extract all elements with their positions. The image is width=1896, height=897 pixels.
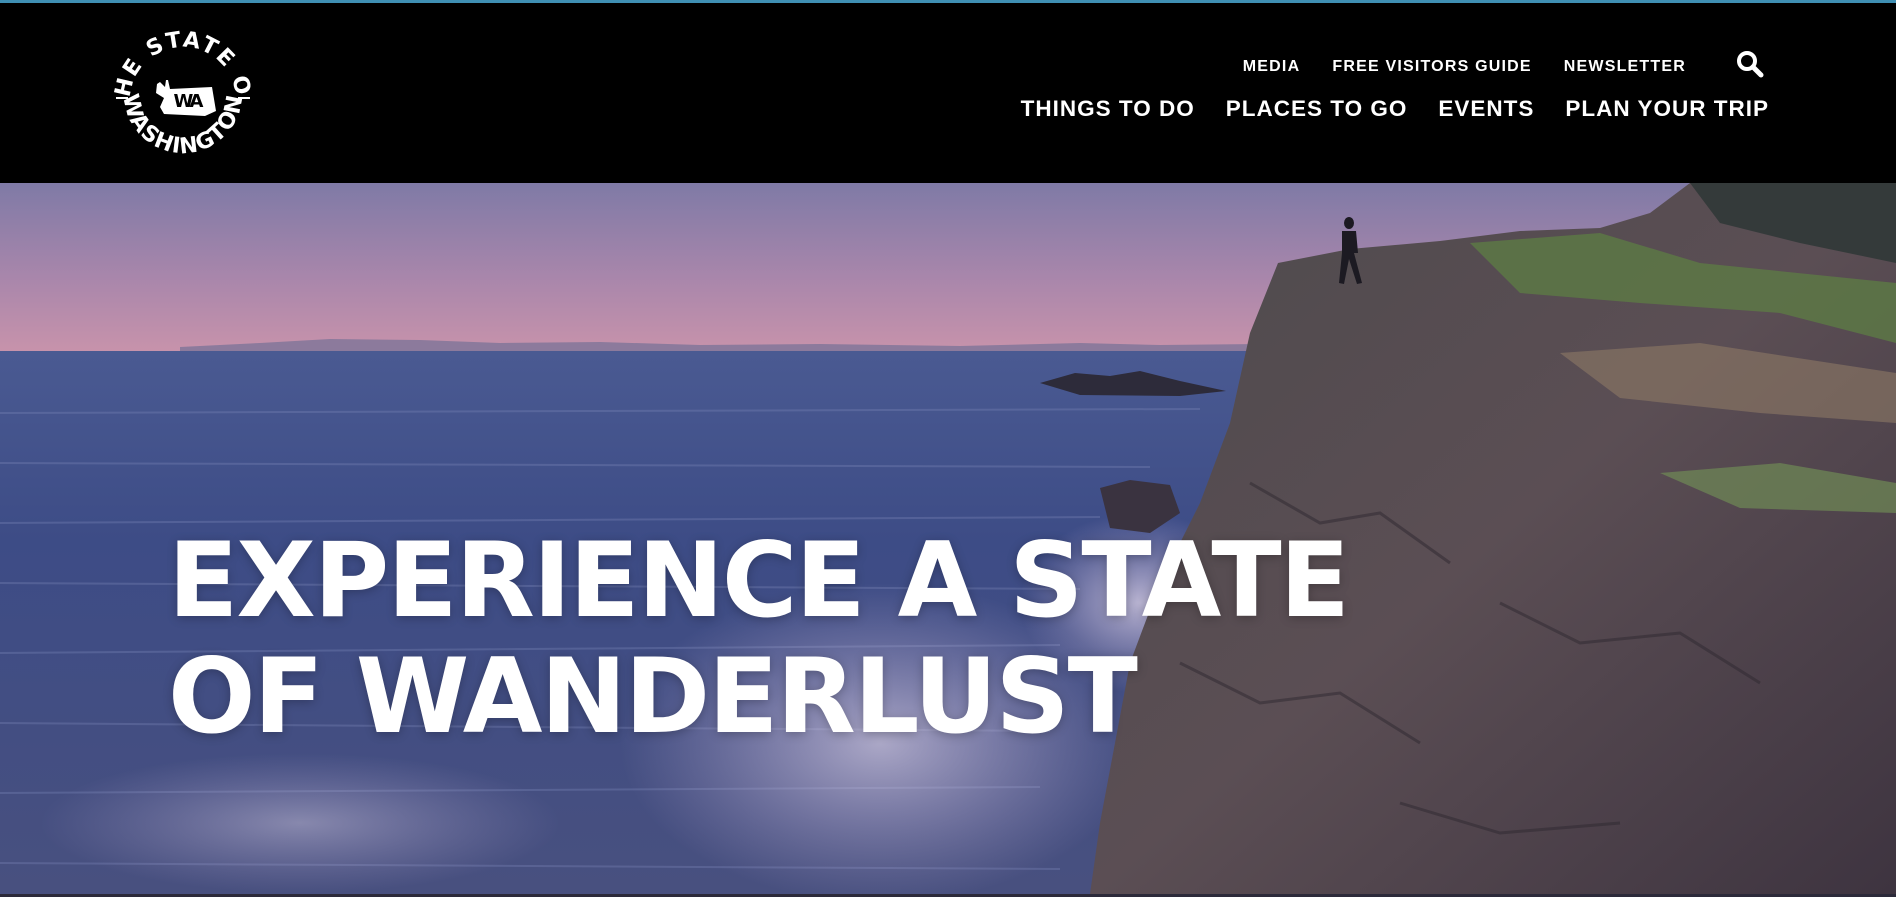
site-header: THE STATE OF WASHINGTON WA MEDIA FREE VI… — [0, 0, 1896, 183]
utility-link-newsletter[interactable]: NEWSLETTER — [1564, 58, 1686, 76]
logo-seal-icon: THE STATE OF WASHINGTON WA — [99, 0, 255, 160]
hero-headline: EXPERIENCE A STATE OF WANDERLUST — [168, 523, 1388, 755]
nav-things-to-do[interactable]: THINGS TO DO — [1021, 96, 1195, 122]
svg-text:THE STATE OF: THE STATE OF — [108, 18, 255, 99]
main-nav: THINGS TO DO PLACES TO GO EVENTS PLAN YO… — [1021, 96, 1769, 122]
page: THE STATE OF WASHINGTON WA MEDIA FREE VI… — [0, 0, 1896, 897]
search-icon — [1737, 51, 1764, 78]
svg-text:WA: WA — [174, 91, 204, 112]
search-button[interactable] — [1734, 49, 1766, 81]
nav-events[interactable]: EVENTS — [1438, 96, 1534, 122]
hero-headline-line-1: EXPERIENCE A STATE — [168, 521, 1350, 641]
utility-link-media[interactable]: MEDIA — [1243, 58, 1301, 76]
nav-plan-your-trip[interactable]: PLAN YOUR TRIP — [1565, 96, 1769, 122]
hero-headline-line-2: OF WANDERLUST — [168, 637, 1138, 757]
state-of-washington-logo[interactable]: THE STATE OF WASHINGTON WA — [99, 0, 258, 168]
utility-nav: MEDIA FREE VISITORS GUIDE NEWSLETTER — [1243, 58, 1686, 76]
hero-section: EXPERIENCE A STATE OF WANDERLUST — [0, 183, 1896, 894]
utility-link-free-visitors-guide[interactable]: FREE VISITORS GUIDE — [1332, 58, 1531, 76]
nav-places-to-go[interactable]: PLACES TO GO — [1226, 96, 1408, 122]
